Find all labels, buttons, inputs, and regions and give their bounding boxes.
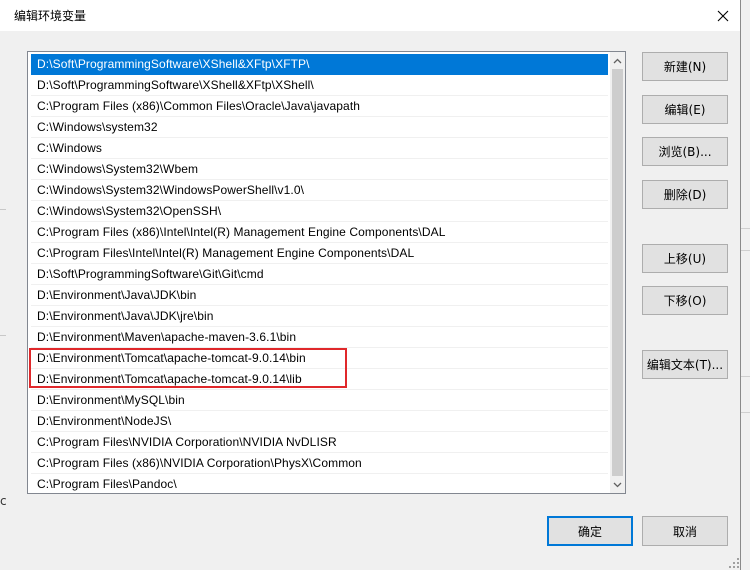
browse-button[interactable]: 浏览(B)... xyxy=(642,137,728,166)
divider xyxy=(741,412,750,413)
path-list-item[interactable]: D:\Environment\MySQL\bin xyxy=(31,390,608,411)
path-list-item[interactable]: D:\Environment\Maven\apache-maven-3.6.1\… xyxy=(31,327,608,348)
title-bar[interactable]: 编辑环境变量 xyxy=(0,0,740,31)
resize-grip-icon[interactable] xyxy=(728,557,740,569)
ok-button[interactable]: 确定 xyxy=(547,516,633,546)
background-window-edge xyxy=(741,0,750,570)
path-list-item[interactable]: D:\Environment\NodeJS\ xyxy=(31,411,608,432)
path-list-item[interactable]: C:\Windows xyxy=(31,138,608,159)
scroll-up-button[interactable] xyxy=(610,52,625,69)
path-list-item[interactable]: C:\Windows\System32\OpenSSH\ xyxy=(31,201,608,222)
delete-button[interactable]: 删除(D) xyxy=(642,180,728,209)
divider xyxy=(741,376,750,377)
chevron-up-icon xyxy=(613,58,622,63)
cancel-button[interactable]: 取消 xyxy=(642,516,728,546)
scroll-down-button[interactable] xyxy=(610,476,625,493)
divider xyxy=(0,335,6,336)
divider xyxy=(0,209,6,210)
path-list-item[interactable]: D:\Soft\ProgrammingSoftware\Git\Git\cmd xyxy=(31,264,608,285)
path-list[interactable]: D:\Soft\ProgrammingSoftware\XShell&XFtp\… xyxy=(27,51,626,494)
path-list-item[interactable]: D:\Environment\Tomcat\apache-tomcat-9.0.… xyxy=(31,348,608,369)
path-list-item[interactable]: D:\Environment\Java\JDK\bin xyxy=(31,285,608,306)
path-list-items: D:\Soft\ProgrammingSoftware\XShell&XFtp\… xyxy=(28,54,611,493)
move-up-button[interactable]: 上移(U) xyxy=(642,244,728,273)
path-list-item[interactable]: C:\Program Files (x86)\Common Files\Orac… xyxy=(31,96,608,117)
chevron-down-icon xyxy=(613,482,622,487)
path-list-item[interactable]: C:\Program Files\NVIDIA Corporation\NVID… xyxy=(31,432,608,453)
path-list-item[interactable]: D:\Environment\Java\JDK\jre\bin xyxy=(31,306,608,327)
vertical-scrollbar[interactable] xyxy=(610,52,625,493)
close-icon xyxy=(717,10,729,21)
scrollbar-thumb[interactable] xyxy=(612,69,623,476)
new-button[interactable]: 新建(N) xyxy=(642,52,728,81)
divider xyxy=(741,228,750,229)
path-list-item[interactable]: D:\Soft\ProgrammingSoftware\XShell&XFtp\… xyxy=(31,54,608,75)
path-list-item[interactable]: D:\Soft\ProgrammingSoftware\XShell&XFtp\… xyxy=(31,75,608,96)
edit-env-var-dialog: 编辑环境变量 c D:\Soft\ProgrammingSoftware\XSh… xyxy=(0,0,741,570)
window-title: 编辑环境变量 xyxy=(14,9,87,23)
path-list-item[interactable]: C:\Program Files (x86)\Intel\Intel(R) Ma… xyxy=(31,222,608,243)
path-list-item[interactable]: C:\Windows\System32\WindowsPowerShell\v1… xyxy=(31,180,608,201)
path-list-item[interactable]: D:\Environment\Tomcat\apache-tomcat-9.0.… xyxy=(31,369,608,390)
background-window-left: c xyxy=(0,31,8,570)
move-down-button[interactable]: 下移(O) xyxy=(642,286,728,315)
edit-text-button[interactable]: 编辑文本(T)... xyxy=(642,350,728,379)
path-list-item[interactable]: C:\Windows\system32 xyxy=(31,117,608,138)
path-list-item[interactable]: C:\Program Files (x86)\NVIDIA Corporatio… xyxy=(31,453,608,474)
close-button[interactable] xyxy=(706,0,740,31)
path-list-item[interactable]: C:\Program Files\Pandoc\ xyxy=(31,474,608,493)
path-list-item[interactable]: C:\Program Files\Intel\Intel(R) Manageme… xyxy=(31,243,608,264)
divider xyxy=(741,250,750,251)
edit-button[interactable]: 编辑(E) xyxy=(642,95,728,124)
path-list-item[interactable]: C:\Windows\System32\Wbem xyxy=(31,159,608,180)
background-text: c xyxy=(0,494,7,508)
